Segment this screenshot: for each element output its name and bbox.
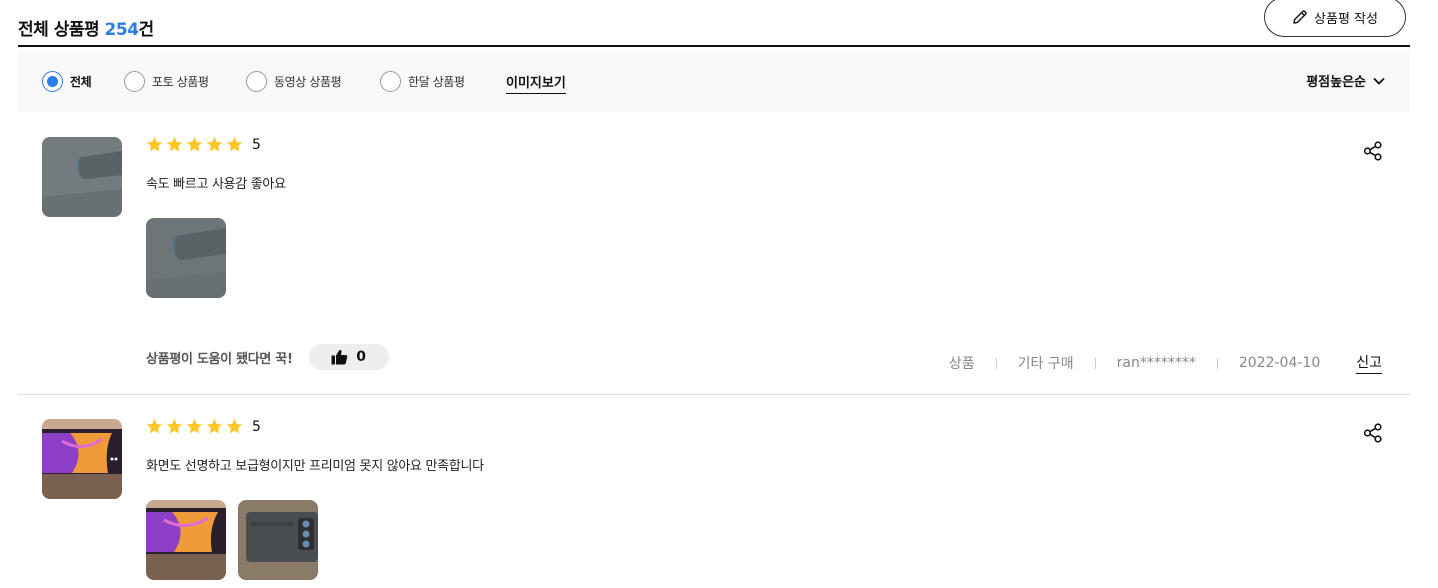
like-button[interactable]: 0 (308, 344, 389, 370)
pencil-icon (1293, 10, 1307, 24)
review-photo-thumbnail[interactable] (146, 500, 226, 580)
review-header: 전체 상품평 254건 상품평 작성 (18, 0, 1410, 47)
star-icon (206, 418, 223, 434)
filter-month-radio[interactable]: 한달 상품평 (380, 71, 465, 92)
meta-option: 상품 (948, 356, 975, 372)
star-icon (166, 136, 183, 152)
review-product-image[interactable] (42, 137, 122, 217)
filter-month-label: 한달 상품평 (408, 75, 465, 89)
star-icon (146, 136, 163, 152)
review-photo-thumbnail[interactable] (238, 500, 318, 580)
star-icon (166, 418, 183, 434)
helpful-text: 상품평이 도움이 됐다면 꾹! (146, 351, 293, 367)
rating-score: 5 (252, 418, 261, 435)
radio-circle (380, 71, 401, 92)
star-icon (226, 136, 243, 152)
filter-bar: 전체 포토 상품평 동영상 상품평 한달 상품평 이미지보기 평점높은순 (18, 50, 1410, 112)
review-count: 254 (104, 20, 140, 40)
meta-divider (1094, 357, 1096, 369)
filter-all-label: 전체 (70, 75, 92, 89)
share-icon[interactable] (1362, 140, 1384, 162)
write-review-button[interactable]: 상품평 작성 (1264, 0, 1406, 37)
review-text: 속도 빠르고 사용감 좋아요 (146, 177, 286, 192)
radio-circle (42, 71, 63, 92)
review-item: 5 화면도 선명하고 보급형이지만 프리미엄 못지 않아요 만족합니다 (18, 395, 1410, 588)
meta-date: 2022-04-10 (1238, 355, 1321, 371)
filter-all-radio[interactable]: 전체 (42, 71, 92, 92)
review-meta: 상품 기타 구매 ran******** 2022-04-10 신고 (949, 352, 1382, 374)
meta-divider (1216, 357, 1218, 369)
star-icon (186, 136, 203, 152)
thumbs-up-icon (331, 349, 348, 365)
sort-label: 평점높은순 (1306, 75, 1366, 90)
rating-score: 5 (252, 136, 261, 153)
like-count: 0 (356, 349, 366, 365)
filter-photo-radio[interactable]: 포토 상품평 (124, 71, 209, 92)
filter-video-radio[interactable]: 동영상 상품평 (246, 71, 342, 92)
filter-video-label: 동영상 상품평 (274, 75, 342, 89)
meta-purchase-type: 기타 구매 (1017, 356, 1074, 372)
chevron-down-icon (1373, 77, 1385, 85)
title-suffix: 건 (138, 20, 155, 40)
radio-circle (246, 71, 267, 92)
star-icon (146, 418, 163, 434)
sort-dropdown[interactable]: 평점높은순 (1306, 71, 1386, 90)
review-text: 화면도 선명하고 보급형이지만 프리미엄 못지 않아요 만족합니다 (146, 459, 484, 474)
meta-user: ran******** (1116, 355, 1196, 371)
review-product-image[interactable] (42, 419, 122, 499)
star-rating: 5 (146, 418, 261, 435)
review-photo-thumbnail[interactable] (146, 218, 226, 298)
star-icon (186, 418, 203, 434)
share-icon[interactable] (1362, 422, 1384, 444)
review-item: 5 속도 빠르고 사용감 좋아요 상품평이 도움이 됐다면 꾹! 0 상품 기타… (18, 113, 1410, 395)
star-rating: 5 (146, 136, 261, 153)
star-icon (226, 418, 243, 434)
image-view-link[interactable]: 이미지보기 (506, 72, 566, 94)
meta-divider (995, 357, 997, 369)
report-link[interactable]: 신고 (1356, 352, 1382, 374)
helpful-section: 상품평이 도움이 됐다면 꾹! 0 (146, 344, 389, 370)
write-review-label: 상품평 작성 (1314, 11, 1378, 27)
title-prefix: 전체 상품평 (18, 20, 105, 40)
star-icon (206, 136, 223, 152)
filter-photo-label: 포토 상품평 (152, 75, 209, 89)
page-title: 전체 상품평 254건 (18, 15, 154, 40)
radio-circle (124, 71, 145, 92)
